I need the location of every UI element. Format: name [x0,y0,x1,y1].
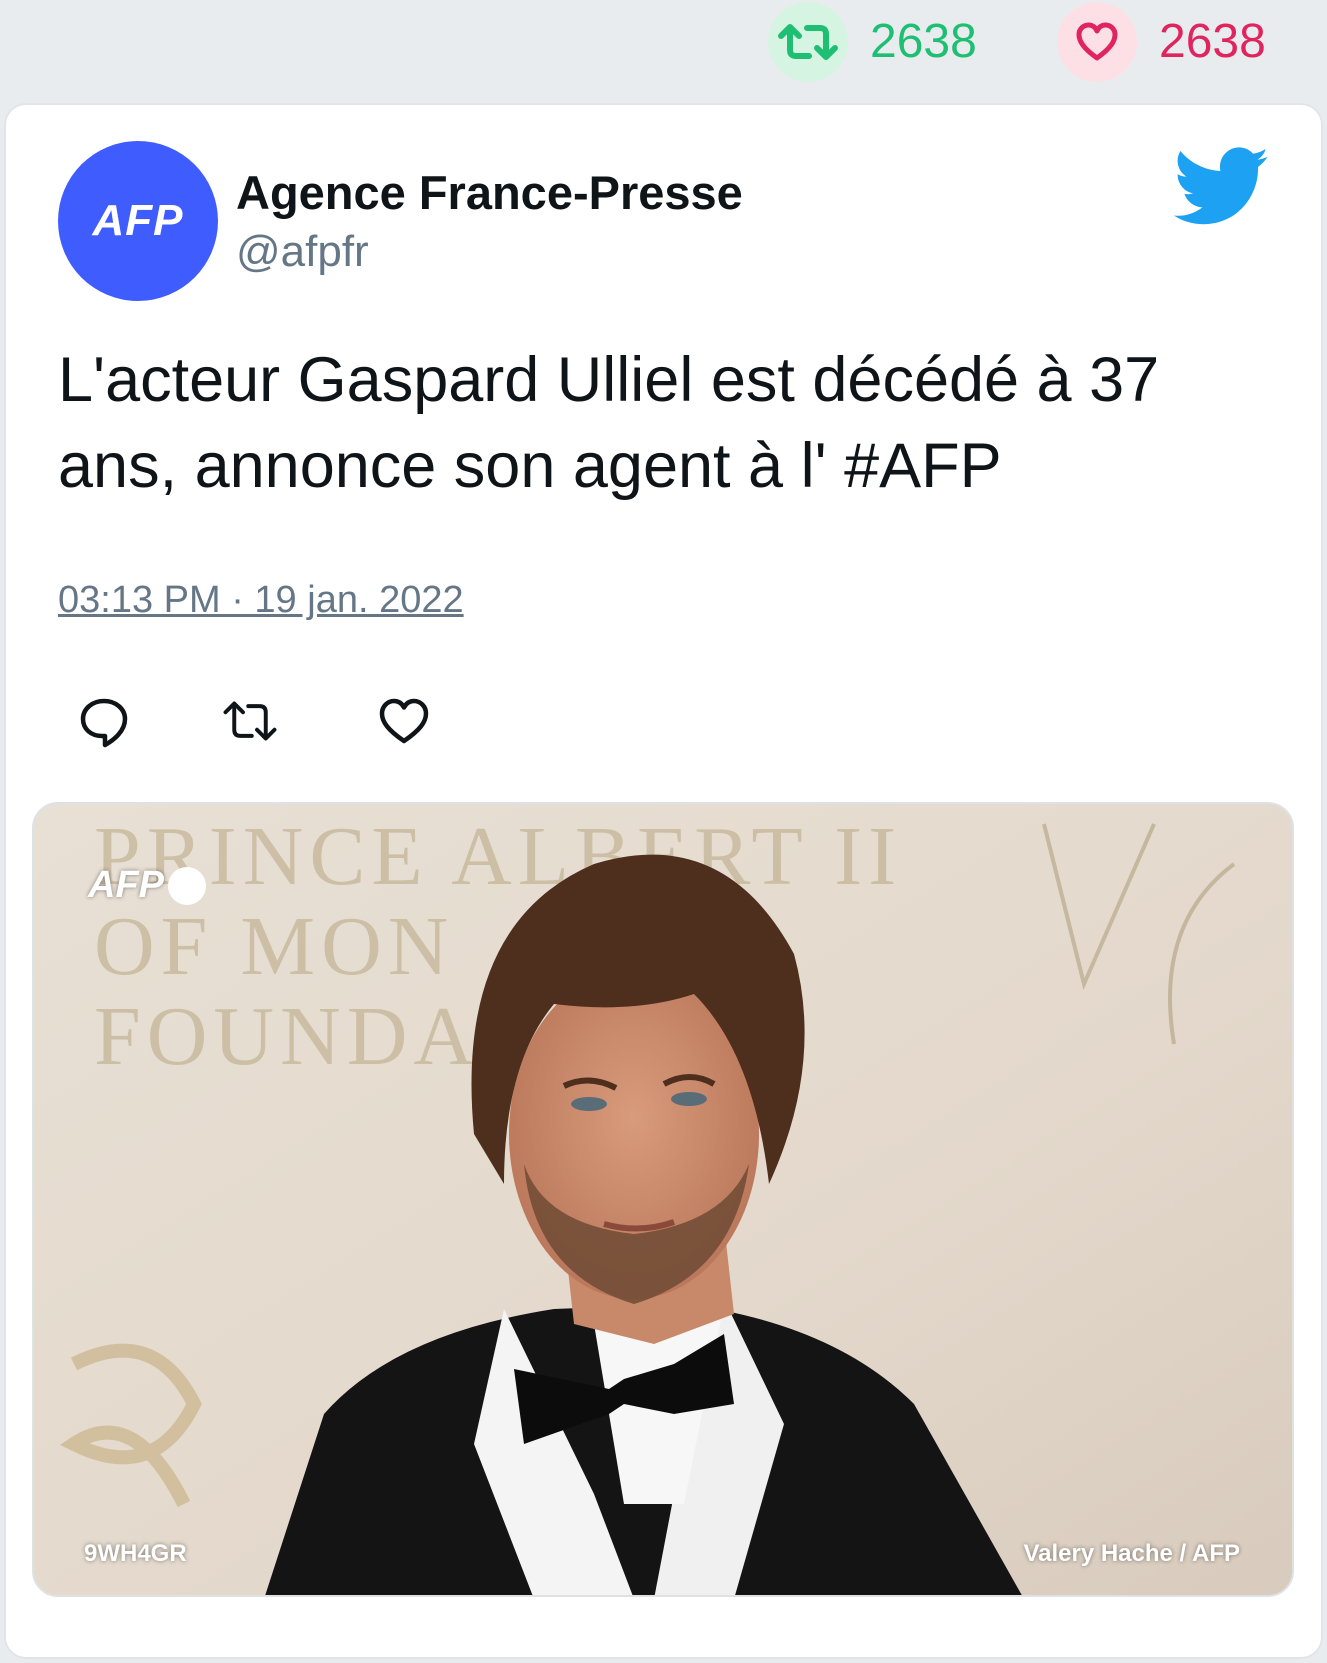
retweet-stat-icon[interactable] [768,2,848,82]
avatar[interactable]: AFP [58,141,218,301]
author-name[interactable]: Agence France-Presse [236,165,743,220]
engagement-stats: 2638 2638 [0,0,1327,100]
tweet-text: L'acteur Gaspard Ulliel est décédé à 37 … [58,345,1160,501]
reply-icon[interactable] [76,693,132,749]
backdrop-line-3: FOUNDA [94,990,480,1083]
author-handle[interactable]: @afpfr [236,227,369,277]
like-icon[interactable] [376,693,432,749]
photo-code: 9WH4GR [84,1540,187,1567]
retweet-count: 2638 [870,15,977,68]
retweet-stat[interactable]: 2638 [768,2,977,82]
tweet-timestamp[interactable]: 03:13 PM · 19 jan. 2022 [58,579,464,622]
afp-watermark-text: AFP [88,864,164,906]
afp-watermark: AFP [88,864,206,907]
tweet-photo[interactable]: PRINCE ALBERT II OF MON FOUNDA AFP 9WH4G… [32,802,1294,1597]
avatar-logo-text: AFP [92,196,184,245]
tweet-card: AFP Agence France-Presse @afpfr L'acteur… [4,103,1323,1659]
photo-credit: Valery Hache / AFP [1023,1540,1240,1567]
retweet-icon[interactable] [222,693,278,749]
like-count: 2638 [1159,15,1266,68]
portrait-photo: PRINCE ALBERT II OF MON FOUNDA [34,804,1292,1595]
backdrop-line-1: PRINCE ALBERT II [94,810,902,903]
afp-watermark-dot [168,866,206,905]
backdrop-line-2: OF MON [94,900,454,993]
twitter-bird-icon[interactable] [1174,147,1270,227]
heart-stat-icon[interactable] [1057,2,1137,82]
like-stat[interactable]: 2638 [1057,2,1266,82]
